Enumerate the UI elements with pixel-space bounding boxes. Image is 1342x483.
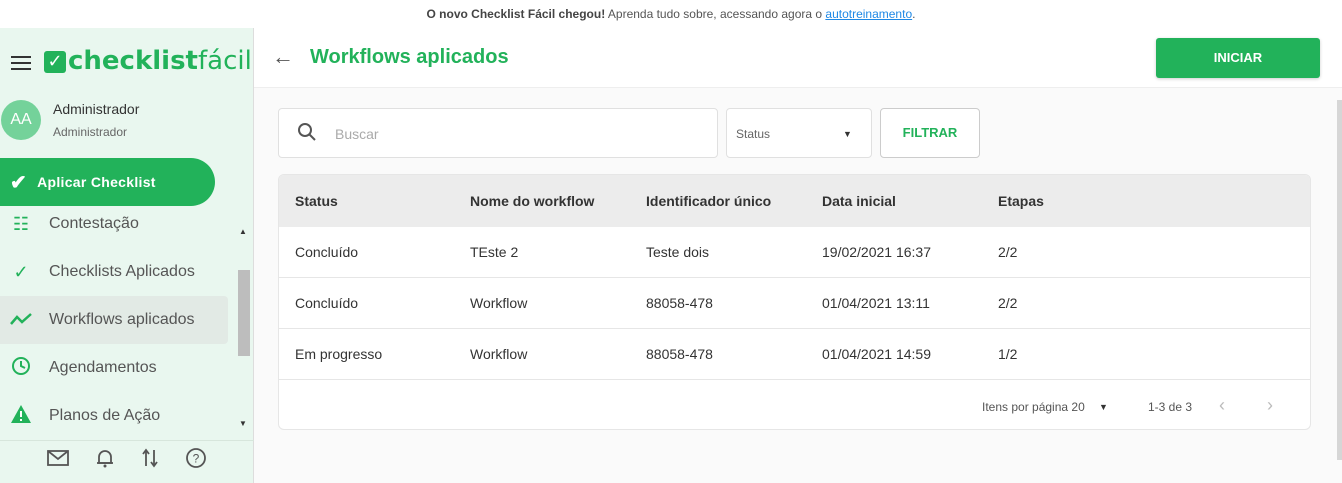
- scroll-up-icon[interactable]: ▲: [239, 227, 247, 236]
- cell-steps: 2/2: [998, 244, 1018, 260]
- sidebar-item-label: Checklists Aplicados: [49, 263, 195, 280]
- cell-id: 88058-478: [646, 295, 713, 311]
- sidebar-scrollbar[interactable]: [238, 270, 250, 356]
- cell-name: Workflow: [470, 346, 528, 362]
- sidebar-item-agendamentos[interactable]: Agendamentos: [0, 344, 228, 392]
- clock-icon: [9, 356, 33, 381]
- page-title: Workflows aplicados: [310, 46, 509, 68]
- logo-bold: checklist: [68, 46, 198, 76]
- page-range: 1-3 de 3: [1148, 400, 1193, 414]
- banner-bold-text: O novo Checklist Fácil chegou!: [426, 7, 606, 21]
- sidebar-item-workflows-aplicados[interactable]: Workflows aplicados: [0, 296, 228, 344]
- sidebar-item-label: Planos de Ação: [49, 407, 161, 424]
- status-select-label: Status: [736, 127, 771, 141]
- user-name: Administrador: [53, 101, 140, 117]
- page-scrollbar[interactable]: [1337, 100, 1342, 460]
- logo-light: fácil: [198, 46, 252, 76]
- logo-check-icon: ✓: [44, 51, 66, 73]
- workflows-table: Status Nome do workflow Identificador ún…: [278, 174, 1311, 430]
- items-per-page[interactable]: Itens por página 20: [982, 400, 1085, 414]
- list-icon: ☷: [12, 213, 30, 234]
- sidebar-item-label: Contestação: [49, 215, 139, 232]
- main-content: ← Workflows aplicados INICIAR Status ▼ F…: [254, 28, 1342, 483]
- cell-id: Teste dois: [646, 244, 710, 260]
- cell-steps: 2/2: [998, 295, 1018, 311]
- cell-name: TEste 2: [470, 244, 519, 260]
- cell-date: 19/02/2021 16:37: [822, 244, 931, 260]
- cell-date: 01/04/2021 14:59: [822, 346, 931, 362]
- cell-steps: 1/2: [998, 346, 1018, 362]
- check-icon: ✓: [13, 261, 29, 282]
- cell-date: 01/04/2021 13:11: [822, 295, 930, 311]
- column-header[interactable]: Etapas: [998, 193, 1044, 209]
- cell-name: Workflow: [470, 295, 528, 311]
- banner-text: Aprenda tudo sobre, acessando agora o: [605, 7, 826, 21]
- search-box[interactable]: [278, 108, 718, 158]
- announcement-banner: O novo Checklist Fácil chegou! Aprenda t…: [0, 0, 1342, 28]
- chevron-down-icon[interactable]: ▼: [1099, 402, 1108, 412]
- menu-icon[interactable]: [11, 56, 31, 74]
- cell-status: Concluído: [295, 244, 359, 260]
- scroll-down-icon[interactable]: ▼: [239, 419, 247, 428]
- filter-button[interactable]: FILTRAR: [880, 108, 980, 158]
- sidebar-item-label: Agendamentos: [49, 359, 157, 376]
- status-select[interactable]: Status ▼: [726, 108, 872, 158]
- sidebar: ✓ checklistfácil AA Administrador Adminis…: [0, 28, 254, 483]
- table-row[interactable]: Concluído TEste 2 Teste dois 19/02/2021 …: [279, 227, 1310, 278]
- table-pagination: Itens por página 20 ▼ 1-3 de 3 ‹ ›: [279, 381, 1310, 429]
- banner-link[interactable]: autotreinamento: [825, 7, 912, 21]
- chevron-right-icon[interactable]: ›: [1267, 395, 1273, 416]
- cell-status: Concluído: [295, 295, 359, 311]
- sidebar-menu: ☷ Contestação ✓ Checklists Aplicados Wor…: [0, 212, 236, 432]
- apply-checklist-button[interactable]: ✔ Aplicar Checklist: [0, 158, 215, 206]
- back-arrow-icon[interactable]: ←: [272, 44, 294, 70]
- help-icon[interactable]: ?: [185, 447, 207, 475]
- column-header[interactable]: Data inicial: [822, 193, 896, 209]
- sidebar-footer: ?: [0, 440, 254, 480]
- banner-end: .: [912, 7, 916, 21]
- column-header[interactable]: Identificador único: [646, 193, 771, 209]
- table-header: Status Nome do workflow Identificador ún…: [279, 175, 1310, 227]
- trend-icon: [9, 310, 33, 331]
- apply-checklist-label: Aplicar Checklist: [37, 174, 156, 190]
- start-button[interactable]: INICIAR: [1156, 38, 1320, 78]
- table-row[interactable]: Concluído Workflow 88058-478 01/04/2021 …: [279, 278, 1310, 329]
- cell-id: 88058-478: [646, 346, 713, 362]
- swap-arrows-icon[interactable]: [141, 448, 158, 474]
- warning-icon: [9, 404, 33, 429]
- logo: ✓ checklistfácil: [44, 46, 252, 76]
- avatar[interactable]: AA: [1, 100, 41, 140]
- mail-icon[interactable]: [47, 449, 70, 472]
- user-role: Administrador: [53, 125, 128, 139]
- table-row[interactable]: Em progresso Workflow 88058-478 01/04/20…: [279, 329, 1310, 380]
- svg-text:?: ?: [192, 451, 199, 465]
- top-bar: ← Workflows aplicados INICIAR: [254, 28, 1342, 88]
- chevron-left-icon[interactable]: ‹: [1219, 395, 1225, 416]
- search-icon: [297, 122, 317, 147]
- column-header[interactable]: Nome do workflow: [470, 193, 594, 209]
- check-icon: ✔: [10, 171, 28, 194]
- cell-status: Em progresso: [295, 346, 383, 362]
- bell-icon[interactable]: [96, 448, 114, 474]
- sidebar-item-contestacao[interactable]: ☷ Contestação: [0, 212, 228, 248]
- sidebar-item-planos-de-acao[interactable]: Planos de Ação: [0, 392, 228, 432]
- sidebar-item-label: Workflows aplicados: [49, 311, 195, 328]
- search-input[interactable]: [335, 122, 695, 146]
- sidebar-item-checklists-aplicados[interactable]: ✓ Checklists Aplicados: [0, 248, 228, 296]
- chevron-down-icon: ▼: [843, 129, 852, 139]
- column-header[interactable]: Status: [295, 193, 338, 209]
